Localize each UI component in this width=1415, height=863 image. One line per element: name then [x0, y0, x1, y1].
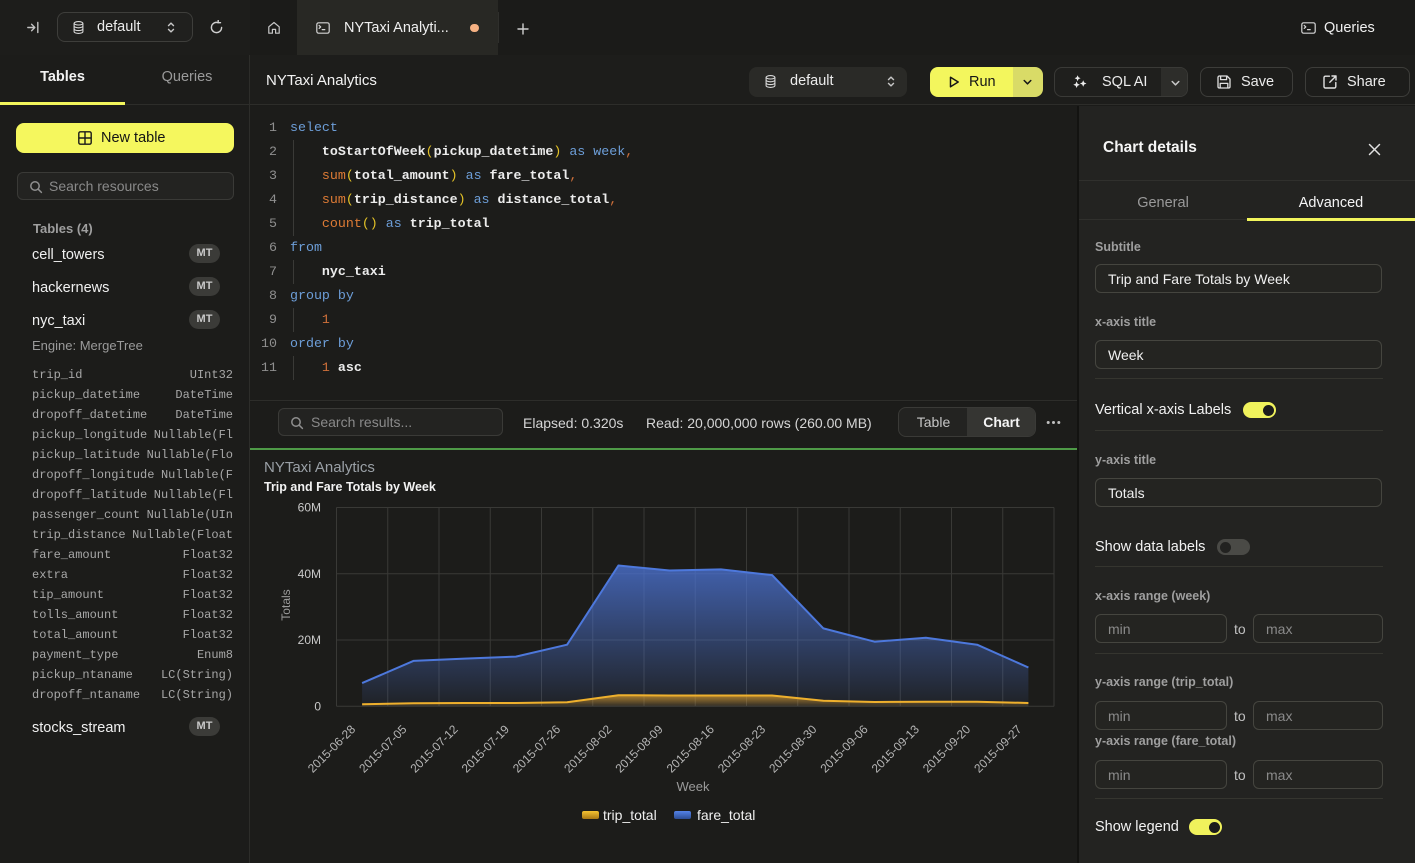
svg-text:2015-08-30: 2015-08-30 — [766, 722, 820, 776]
svg-text:2015-07-12: 2015-07-12 — [407, 722, 461, 776]
svg-text:2015-07-19: 2015-07-19 — [459, 722, 513, 776]
svg-text:2015-08-02: 2015-08-02 — [561, 722, 615, 776]
svg-text:2015-09-27: 2015-09-27 — [971, 722, 1025, 776]
svg-text:60M: 60M — [298, 501, 321, 515]
svg-text:2015-09-13: 2015-09-13 — [869, 722, 923, 776]
svg-text:2015-08-16: 2015-08-16 — [664, 722, 718, 776]
svg-text:0: 0 — [314, 699, 321, 713]
svg-text:2015-07-26: 2015-07-26 — [510, 722, 564, 776]
svg-text:Totals: Totals — [279, 589, 293, 620]
svg-text:2015-08-23: 2015-08-23 — [715, 722, 769, 776]
svg-text:20M: 20M — [298, 633, 321, 647]
svg-text:fare_total: fare_total — [697, 807, 755, 823]
svg-text:2015-07-05: 2015-07-05 — [356, 722, 410, 776]
svg-text:2015-06-28: 2015-06-28 — [305, 722, 359, 776]
svg-text:trip_total: trip_total — [603, 807, 657, 823]
svg-text:40M: 40M — [298, 567, 321, 581]
svg-text:2015-09-06: 2015-09-06 — [817, 722, 871, 776]
svg-text:Week: Week — [677, 779, 710, 794]
svg-text:2015-09-20: 2015-09-20 — [920, 722, 974, 776]
svg-text:2015-08-09: 2015-08-09 — [612, 722, 666, 776]
